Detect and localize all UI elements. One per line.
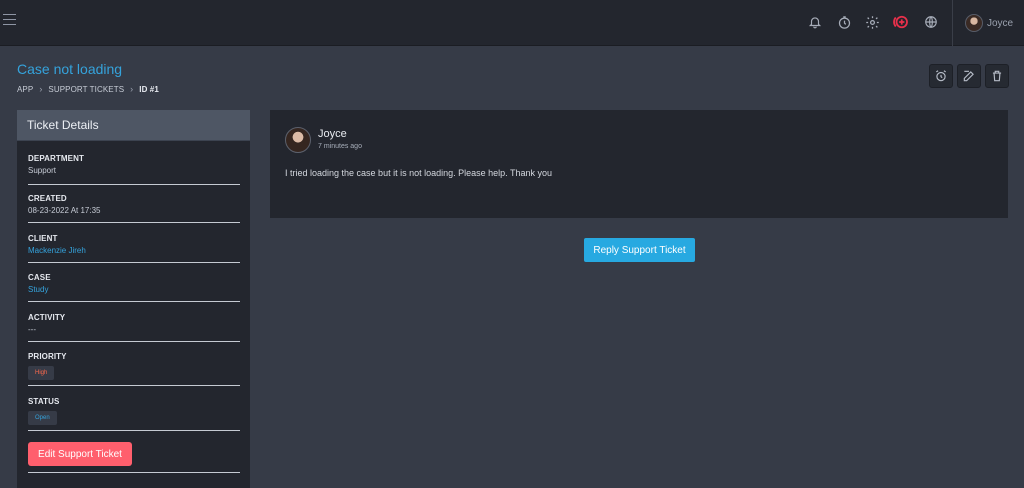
- reminder-button[interactable]: [929, 64, 953, 88]
- activity-value: ---: [28, 325, 36, 334]
- department-field: DEPARTMENT Support: [28, 154, 240, 185]
- globe-icon[interactable]: [921, 12, 941, 32]
- priority-label: PRIORITY: [28, 352, 67, 361]
- status-field: STATUS Open: [28, 397, 240, 431]
- ticket-details-panel: Ticket Details DEPARTMENT Support CREATE…: [17, 110, 250, 488]
- bell-icon[interactable]: [805, 12, 825, 32]
- edit-button[interactable]: [957, 64, 981, 88]
- delete-button[interactable]: [985, 64, 1009, 88]
- client-field: CLIENT Mackenzie Jireh: [28, 234, 240, 263]
- trash-icon: [992, 70, 1002, 82]
- activity-label: ACTIVITY: [28, 313, 66, 322]
- client-link[interactable]: Mackenzie Jireh: [28, 246, 240, 255]
- activity-field: ACTIVITY ---: [28, 313, 240, 342]
- status-label: STATUS: [28, 397, 60, 406]
- client-label: CLIENT: [28, 234, 58, 243]
- ticket-details-header: Ticket Details: [17, 110, 250, 141]
- avatar: [285, 127, 311, 153]
- message-timestamp: 7 minutes ago: [318, 143, 362, 150]
- created-field: CREATED 08-23-2022 At 17:35: [28, 194, 240, 223]
- breadcrumb-support-tickets[interactable]: SUPPORT TICKETS: [48, 85, 124, 94]
- page-title: Case not loading: [17, 61, 123, 77]
- reply-support-ticket-button[interactable]: Reply Support Ticket: [584, 238, 695, 262]
- department-value: Support: [28, 166, 57, 175]
- case-link[interactable]: Study: [28, 285, 240, 294]
- user-name: Joyce: [987, 17, 1014, 29]
- department-label: DEPARTMENT: [28, 154, 84, 163]
- priority-badge: High: [28, 366, 55, 380]
- timer-icon[interactable]: [834, 12, 854, 32]
- case-field: CASE Study: [28, 273, 240, 302]
- breadcrumb-app[interactable]: APP: [17, 85, 33, 94]
- divider: [28, 472, 240, 473]
- created-label: CREATED: [28, 194, 67, 203]
- breadcrumb-current: ID #1: [139, 84, 159, 94]
- edit-icon: [963, 70, 974, 82]
- alarm-icon: [936, 70, 946, 82]
- breadcrumb: APP › SUPPORT TICKETS › ID #1: [17, 84, 159, 94]
- chevron-right-icon: ›: [39, 84, 43, 94]
- topbar-divider: [952, 0, 953, 46]
- created-value: 08-23-2022 At 17:35: [28, 206, 101, 215]
- message-body: I tried loading the case but it is not l…: [285, 168, 553, 178]
- add-circle-icon[interactable]: [891, 12, 911, 32]
- hamburger-menu-icon[interactable]: [3, 14, 16, 26]
- chevron-right-icon: ›: [130, 84, 134, 94]
- case-label: CASE: [28, 273, 51, 282]
- message-card: Joyce 7 minutes ago I tried loading the …: [270, 110, 1008, 218]
- edit-support-ticket-button[interactable]: Edit Support Ticket: [28, 442, 132, 466]
- user-menu[interactable]: Joyce: [965, 13, 1013, 33]
- top-navbar: Joyce: [0, 0, 1024, 46]
- status-badge: Open: [28, 411, 57, 425]
- message-author: Joyce: [318, 128, 347, 140]
- gear-icon[interactable]: [862, 12, 882, 32]
- avatar: [965, 14, 983, 32]
- priority-field: PRIORITY High: [28, 352, 240, 386]
